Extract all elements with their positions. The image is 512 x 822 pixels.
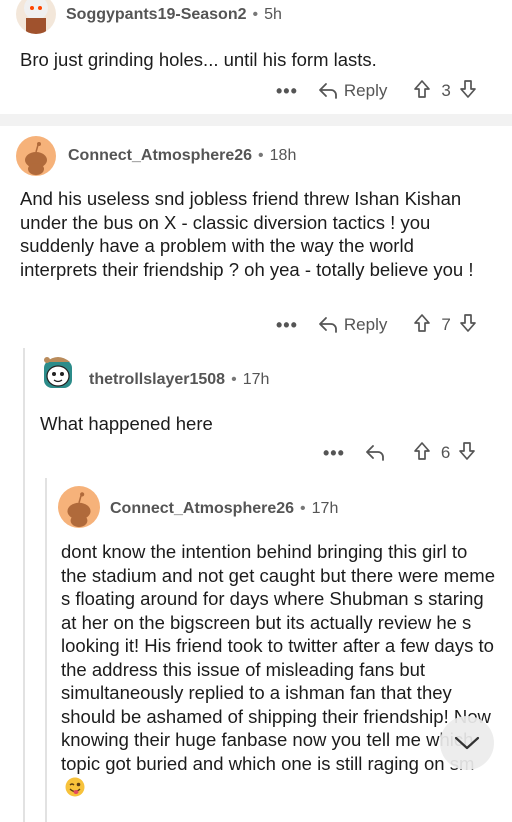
chevron-down-icon [454, 736, 480, 750]
thread-line[interactable] [45, 478, 47, 822]
comment-actions: ••• Reply 3 [276, 76, 477, 106]
downvote-button[interactable] [458, 441, 476, 466]
upvote-button[interactable] [413, 79, 431, 104]
comment-body: Bro just grinding holes... until his for… [20, 49, 377, 70]
username[interactable]: Connect_Atmosphere26 [68, 147, 252, 165]
meta-separator: • [258, 147, 264, 164]
meta-separator: • [231, 371, 237, 388]
timestamp: 18h [269, 147, 297, 164]
comment-meta: thetrollslayer1508 • 17h [89, 371, 269, 389]
more-options-button[interactable]: ••• [276, 315, 298, 336]
vote-count: 7 [441, 315, 451, 334]
vote-count: 3 [441, 81, 451, 100]
comment-1: Soggypants19-Season2 • 5h Bro just grind… [0, 0, 512, 114]
username[interactable]: thetrollslayer1508 [89, 371, 225, 389]
avatar-soggypants[interactable] [16, 0, 56, 34]
username[interactable]: Soggypants19-Season2 [66, 6, 247, 24]
comment-meta: Connect_Atmosphere26 • 17h [110, 500, 338, 518]
reply-button[interactable]: Reply [318, 81, 387, 101]
thread-line[interactable] [23, 348, 25, 822]
avatar-connect-atmosphere[interactable] [16, 136, 56, 176]
comment-body-text: dont know the intention behind bringing … [61, 541, 495, 774]
snoo-avatar-icon [44, 357, 72, 388]
timestamp: 5h [264, 6, 282, 23]
upvote-button[interactable] [413, 441, 431, 466]
more-options-button[interactable]: ••• [276, 81, 298, 102]
timestamp: 17h [311, 500, 339, 517]
more-options-button[interactable]: ••• [323, 443, 345, 464]
upvote-button[interactable] [413, 313, 431, 338]
comment-meta: Soggypants19-Season2 • 5h [66, 6, 282, 24]
meta-separator: • [300, 500, 306, 517]
downvote-icon [459, 79, 476, 98]
upvote-icon [414, 313, 431, 332]
snoo-avatar-icon [25, 142, 47, 175]
comment-meta: Connect_Atmosphere26 • 18h [68, 147, 296, 165]
snoo-avatar-icon [24, 0, 48, 34]
downvote-button[interactable] [459, 313, 477, 338]
scroll-down-button[interactable] [440, 716, 494, 770]
downvote-icon [459, 313, 476, 332]
vote-count: 6 [440, 443, 451, 462]
comment-actions: ••• 6 [323, 438, 476, 468]
avatar-thetrollslayer[interactable] [38, 352, 78, 396]
comment-body: dont know the intention behind bringing … [61, 540, 495, 799]
comment-actions: ••• Reply 7 [276, 310, 477, 340]
meta-separator: • [252, 6, 259, 23]
timestamp: 17h [242, 371, 270, 388]
avatar-connect-atmosphere[interactable] [58, 486, 100, 528]
reply-label: Reply [343, 315, 388, 334]
comment-separator [0, 114, 512, 126]
downvote-icon [459, 441, 476, 460]
comment-body: And his useless snd jobless friend threw… [20, 188, 474, 280]
upvote-icon [414, 441, 430, 460]
snoo-avatar-icon [67, 492, 91, 527]
reply-icon [319, 317, 337, 333]
comment-body: What happened here [40, 413, 213, 434]
reply-icon [366, 445, 384, 461]
username[interactable]: Connect_Atmosphere26 [110, 500, 294, 518]
winking-tongue-emoji-icon [65, 777, 85, 797]
reply-button[interactable] [365, 444, 391, 462]
downvote-button[interactable] [459, 79, 477, 104]
reply-icon [319, 83, 337, 99]
upvote-icon [414, 79, 431, 98]
reply-label: Reply [343, 81, 388, 100]
reply-button[interactable]: Reply [318, 315, 387, 335]
